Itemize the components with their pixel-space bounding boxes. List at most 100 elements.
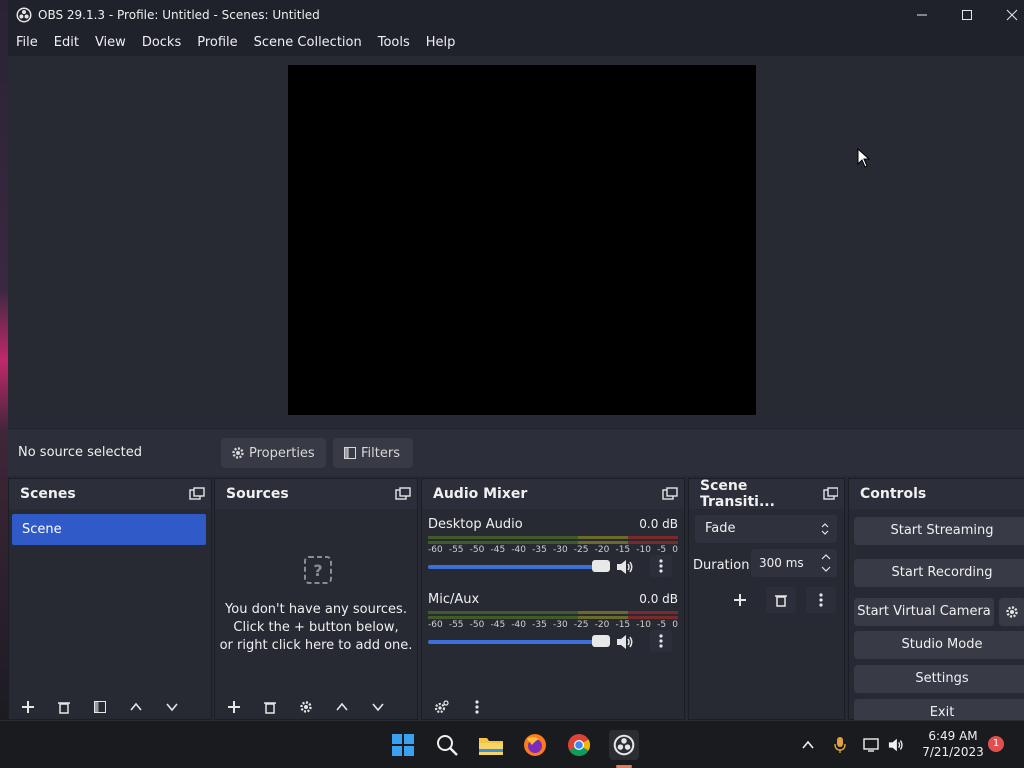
speaker-icon[interactable] [615, 633, 635, 651]
mouse-cursor-icon [857, 148, 871, 168]
notification-badge[interactable]: 1 [988, 736, 1004, 752]
studio-mode-button[interactable]: Studio Mode [854, 631, 1024, 659]
add-transition-button[interactable] [725, 587, 755, 613]
chevron-down-icon [166, 703, 178, 712]
transition-menu-button[interactable] [806, 587, 836, 613]
start-virtual-camera-button[interactable]: Start Virtual Camera [854, 598, 994, 626]
sources-dock-header: Sources [215, 479, 417, 509]
obs-taskbar-button[interactable] [609, 730, 639, 760]
start-streaming-button[interactable]: Start Streaming [854, 517, 1024, 545]
obs-window: OBS 29.1.3 - Profile: Untitled - Scenes:… [8, 0, 1024, 720]
channel-menu-button[interactable] [650, 630, 672, 652]
maximize-button[interactable] [944, 0, 990, 30]
audio-mixer-dock-header: Audio Mixer [422, 479, 684, 509]
undock-icon[interactable] [189, 487, 205, 501]
start-button[interactable] [389, 731, 417, 759]
exit-button[interactable]: Exit [854, 699, 1024, 720]
scenes-dock: Scenes Scene [8, 478, 212, 720]
kebab-menu-icon [659, 634, 663, 648]
empty-line-3: or right click here to add one. [219, 638, 413, 653]
volume-slider-thumb[interactable] [592, 560, 610, 572]
filters-button[interactable]: Filters [333, 438, 413, 468]
settings-button[interactable]: Settings [854, 665, 1024, 693]
obs-logo-icon [16, 7, 32, 23]
properties-button[interactable]: Properties [221, 438, 326, 468]
transition-select[interactable]: Fade [695, 515, 837, 543]
add-source-button[interactable] [223, 696, 245, 718]
network-button[interactable] [860, 731, 884, 759]
meter-scale: -60 -55 -50 -45 -40 -35 -30 -25 -20 -15 -10 -5 0 [428, 620, 678, 630]
remove-scene-button[interactable] [53, 696, 75, 718]
speaker-icon [888, 738, 903, 752]
channel-name: Mic/Aux [428, 592, 480, 607]
gear-icon [232, 447, 244, 459]
microphone-button[interactable] [828, 731, 852, 759]
scene-transitions-dock-header: Scene Transiti... [689, 478, 844, 510]
spin-arrows-icon[interactable] [821, 553, 831, 573]
menu-view[interactable]: View [87, 30, 134, 56]
mixer-channel-desktop-audio: Desktop Audio 0.0 dB -60 -55 -50 -45 -40 -35-… [428, 517, 678, 587]
title-bar: OBS 29.1.3 - Profile: Untitled - Scenes:… [8, 0, 1024, 30]
remove-transition-button[interactable] [766, 587, 796, 613]
start-recording-button[interactable]: Start Recording [854, 559, 1024, 587]
volume-slider[interactable] [428, 565, 610, 569]
undock-icon[interactable] [395, 487, 411, 501]
firefox-icon [524, 734, 546, 756]
svg-text:?: ? [313, 561, 322, 580]
duration-spinbox[interactable]: 300 ms [751, 549, 837, 577]
scene-filters-button[interactable] [89, 696, 111, 718]
add-scene-button[interactable] [17, 696, 39, 718]
firefox-button[interactable] [521, 731, 549, 759]
file-explorer-button[interactable] [477, 731, 505, 759]
chevron-up-icon [336, 702, 348, 711]
menu-file[interactable]: File [8, 30, 46, 56]
undock-icon[interactable] [662, 487, 678, 501]
preview-canvas[interactable] [288, 65, 756, 415]
close-button[interactable] [989, 0, 1024, 30]
properties-label: Properties [249, 445, 315, 461]
minimize-button[interactable] [899, 0, 945, 30]
search-button[interactable] [433, 731, 461, 759]
volume-slider[interactable] [428, 640, 610, 644]
source-properties-button[interactable] [295, 696, 317, 718]
undock-icon[interactable] [822, 487, 838, 501]
move-source-down-button[interactable] [367, 696, 389, 718]
kebab-menu-icon [819, 593, 823, 607]
gear-icon [434, 700, 449, 714]
menu-edit[interactable]: Edit [46, 30, 87, 56]
move-scene-down-button[interactable] [161, 696, 183, 718]
gear-icon [1006, 606, 1018, 618]
virtual-camera-settings-button[interactable] [999, 598, 1024, 626]
controls-dock-header: Controls [849, 479, 1024, 509]
filters-label: Filters [361, 445, 400, 461]
move-source-up-button[interactable] [331, 696, 353, 718]
menu-scene-collection[interactable]: Scene Collection [246, 30, 370, 56]
remove-source-button[interactable] [259, 696, 281, 718]
menu-help[interactable]: Help [418, 30, 464, 56]
volume-slider-thumb[interactable] [592, 635, 610, 647]
close-icon [1006, 9, 1018, 21]
maximize-icon [962, 10, 972, 20]
sources-list[interactable]: ? You don't have any sources. Click the … [215, 509, 417, 720]
menu-docks[interactable]: Docks [134, 30, 189, 56]
question-icon: ? [304, 556, 332, 584]
advanced-audio-button[interactable] [430, 696, 452, 718]
chrome-button[interactable] [565, 731, 593, 759]
volume-button[interactable] [884, 731, 908, 759]
clock-time: 6:49 AM [928, 729, 978, 743]
scene-item[interactable]: Scene [12, 514, 206, 545]
clock[interactable]: 6:49 AM 7/21/2023 [918, 728, 988, 760]
move-scene-up-button[interactable] [125, 696, 147, 718]
menu-profile[interactable]: Profile [189, 30, 245, 56]
plus-icon [228, 701, 240, 713]
mixer-menu-button[interactable] [466, 696, 488, 718]
menu-tools[interactable]: Tools [370, 30, 418, 56]
speaker-icon[interactable] [615, 558, 635, 576]
channel-menu-button[interactable] [650, 555, 672, 577]
preview-area[interactable] [8, 56, 1024, 428]
menu-bar: File Edit View Docks Profile Scene Colle… [8, 30, 1024, 56]
show-hidden-icons-button[interactable] [796, 731, 820, 759]
sources-title: Sources [226, 486, 289, 502]
scene-transitions-title: Scene Transiti... [700, 478, 775, 510]
trash-icon [775, 595, 787, 607]
